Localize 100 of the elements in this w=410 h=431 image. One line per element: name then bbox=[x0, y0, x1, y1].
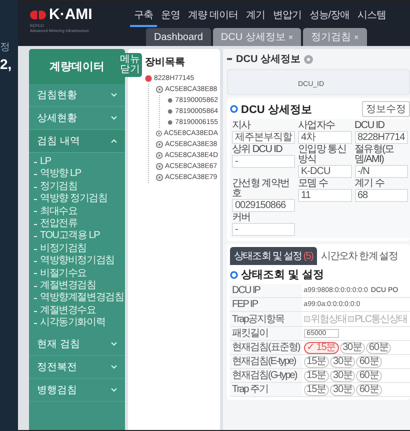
input-field[interactable]: - bbox=[232, 223, 295, 236]
nav-item[interactable]: 운영 bbox=[157, 6, 184, 27]
dash-icon bbox=[34, 310, 37, 312]
input-field[interactable]: 8228H7714 bbox=[354, 131, 408, 144]
sidebar-item[interactable]: 검침 내역 bbox=[29, 130, 125, 153]
row-label: Trap 주기 bbox=[230, 382, 302, 396]
option-pill[interactable]: 15분 bbox=[304, 356, 329, 368]
field-label: 지사 bbox=[232, 121, 252, 131]
dash-icon bbox=[34, 186, 37, 188]
dash-icon bbox=[34, 260, 37, 262]
modem-node-icon bbox=[156, 174, 163, 181]
edit-button[interactable]: 정보수정 bbox=[362, 101, 410, 117]
tab[interactable]: Dashboard bbox=[146, 28, 211, 46]
field-label: 모뎀 수 bbox=[298, 179, 329, 189]
option-pill[interactable]: 30분 bbox=[330, 356, 356, 368]
field-label: 상위 DCU ID bbox=[232, 145, 284, 155]
option-pill[interactable]: 15분 bbox=[304, 370, 329, 382]
dash-icon bbox=[34, 236, 37, 238]
label-text: 정 bbox=[0, 41, 11, 54]
logo-icon bbox=[30, 10, 46, 20]
nav-item[interactable]: 변압기 bbox=[268, 6, 306, 27]
submenu-item[interactable]: 전압전류 bbox=[40, 218, 78, 230]
submenu-item[interactable]: 최대수요 bbox=[40, 206, 78, 218]
value-text: 2, bbox=[0, 56, 13, 72]
chevron-down-icon bbox=[111, 364, 117, 369]
input-field[interactable]: 11 bbox=[298, 189, 352, 202]
dash-icon bbox=[34, 286, 37, 287]
field-label: 사업자수 bbox=[298, 121, 336, 131]
input-field[interactable]: K-DCU bbox=[298, 165, 352, 178]
sidebar-item[interactable]: 병행검침 bbox=[29, 378, 125, 402]
submenu-item[interactable]: 시각동기화이력 bbox=[40, 317, 106, 330]
option-pill[interactable]: 30분 bbox=[330, 370, 356, 382]
option-pill[interactable]: 60분 bbox=[366, 342, 392, 354]
info-icon bbox=[304, 54, 314, 64]
submenu-item[interactable]: LP bbox=[40, 156, 51, 168]
row-label: 현재검침(E-type) bbox=[230, 354, 302, 368]
row-label: 현재검침(G-type) bbox=[230, 368, 302, 382]
modem-node-icon bbox=[156, 141, 163, 148]
sidebar-item[interactable]: 현재 검침 bbox=[29, 332, 125, 356]
input-field[interactable]: 제주본부직할 bbox=[232, 131, 295, 144]
chevron-down-icon bbox=[111, 116, 117, 120]
field-label: 절유형(모뎀/AMI) bbox=[354, 145, 395, 165]
dash-icon bbox=[34, 198, 37, 200]
submenu-item[interactable]: 역방향 LP bbox=[40, 168, 81, 181]
chevron-down-icon bbox=[111, 93, 117, 97]
meter-node-icon bbox=[167, 108, 174, 115]
dash-icon bbox=[34, 162, 37, 163]
input-field[interactable]: 4차 bbox=[298, 131, 352, 144]
row-label: Trap공지항목 bbox=[230, 312, 302, 326]
option-pill[interactable]: 30분 bbox=[330, 384, 356, 396]
tree-title: 장비목록 bbox=[145, 56, 186, 69]
meter-node-icon bbox=[167, 97, 174, 104]
section-title: DCU 상세정보 bbox=[241, 102, 312, 116]
option-pill[interactable]: ✓ 15분 bbox=[304, 342, 339, 354]
dash-icon bbox=[34, 322, 37, 324]
submenu-item[interactable]: 비정기검침 bbox=[40, 242, 87, 256]
nav-item[interactable]: 시스템 bbox=[354, 6, 390, 27]
dash-icon bbox=[227, 58, 232, 60]
nav-item[interactable]: 계기 bbox=[242, 6, 269, 27]
submenu-item[interactable]: 계절변경수요 bbox=[40, 304, 96, 318]
submenu-item[interactable]: 역방향계절변경검침 bbox=[40, 292, 124, 305]
input-field[interactable]: -/N bbox=[354, 165, 408, 178]
row-label: 패킷길이 bbox=[230, 326, 302, 340]
field-label: 계기 수 bbox=[354, 179, 386, 189]
chevron-up-icon bbox=[111, 139, 117, 143]
logo-text: K·AMI bbox=[49, 6, 92, 23]
dash-icon bbox=[34, 174, 37, 176]
meter-node-icon bbox=[167, 119, 174, 126]
row-label: 현재검침(표준형) bbox=[230, 340, 302, 354]
ring-icon bbox=[230, 270, 238, 278]
submenu-item[interactable]: 비절기수요 bbox=[40, 268, 87, 280]
option-pill[interactable]: 60분 bbox=[356, 370, 382, 382]
submenu-item[interactable]: 역방향 정기검침 bbox=[40, 193, 108, 206]
row-label: FEP IP bbox=[230, 298, 302, 312]
submenu-item[interactable]: 정기검침 bbox=[40, 180, 78, 194]
dash-icon bbox=[34, 224, 37, 225]
sidebar-item[interactable]: 정전복전 bbox=[29, 356, 125, 379]
sidebar-item[interactable]: 검침현황 bbox=[29, 84, 125, 107]
dash-icon bbox=[34, 211, 37, 212]
option-pill[interactable]: 60분 bbox=[356, 384, 382, 396]
modem-node-icon bbox=[156, 130, 162, 137]
tab[interactable]: 상태조회 및 설정 (5) bbox=[230, 247, 317, 265]
option-pill[interactable]: 15분 bbox=[304, 384, 329, 396]
option-pill[interactable]: 60분 bbox=[356, 356, 382, 368]
field-label: 간선형 계약번호 bbox=[232, 179, 290, 199]
field-label: 인입망 통신방식 bbox=[298, 145, 347, 165]
nav-item[interactable]: 성능/장애 bbox=[305, 6, 354, 27]
dcu-node-icon bbox=[145, 75, 152, 82]
field-label: DCU ID bbox=[354, 121, 386, 131]
submenu-item[interactable]: TOU고객용 LP bbox=[40, 230, 100, 243]
submenu-item[interactable]: 계절변경검침 bbox=[40, 280, 96, 292]
modem-node-icon bbox=[156, 163, 163, 170]
ring-icon bbox=[230, 105, 238, 113]
row-label: DCU IP bbox=[230, 284, 302, 298]
option-pill[interactable]: 30분 bbox=[340, 342, 365, 354]
input-field[interactable]: - bbox=[232, 155, 295, 168]
input-field[interactable]: 0029150866 bbox=[232, 199, 295, 212]
nav-item[interactable]: 계량 데이터 bbox=[184, 6, 242, 27]
submenu-item[interactable]: 역방향비정기검침 bbox=[40, 255, 114, 268]
input-field[interactable]: 68 bbox=[354, 189, 408, 202]
